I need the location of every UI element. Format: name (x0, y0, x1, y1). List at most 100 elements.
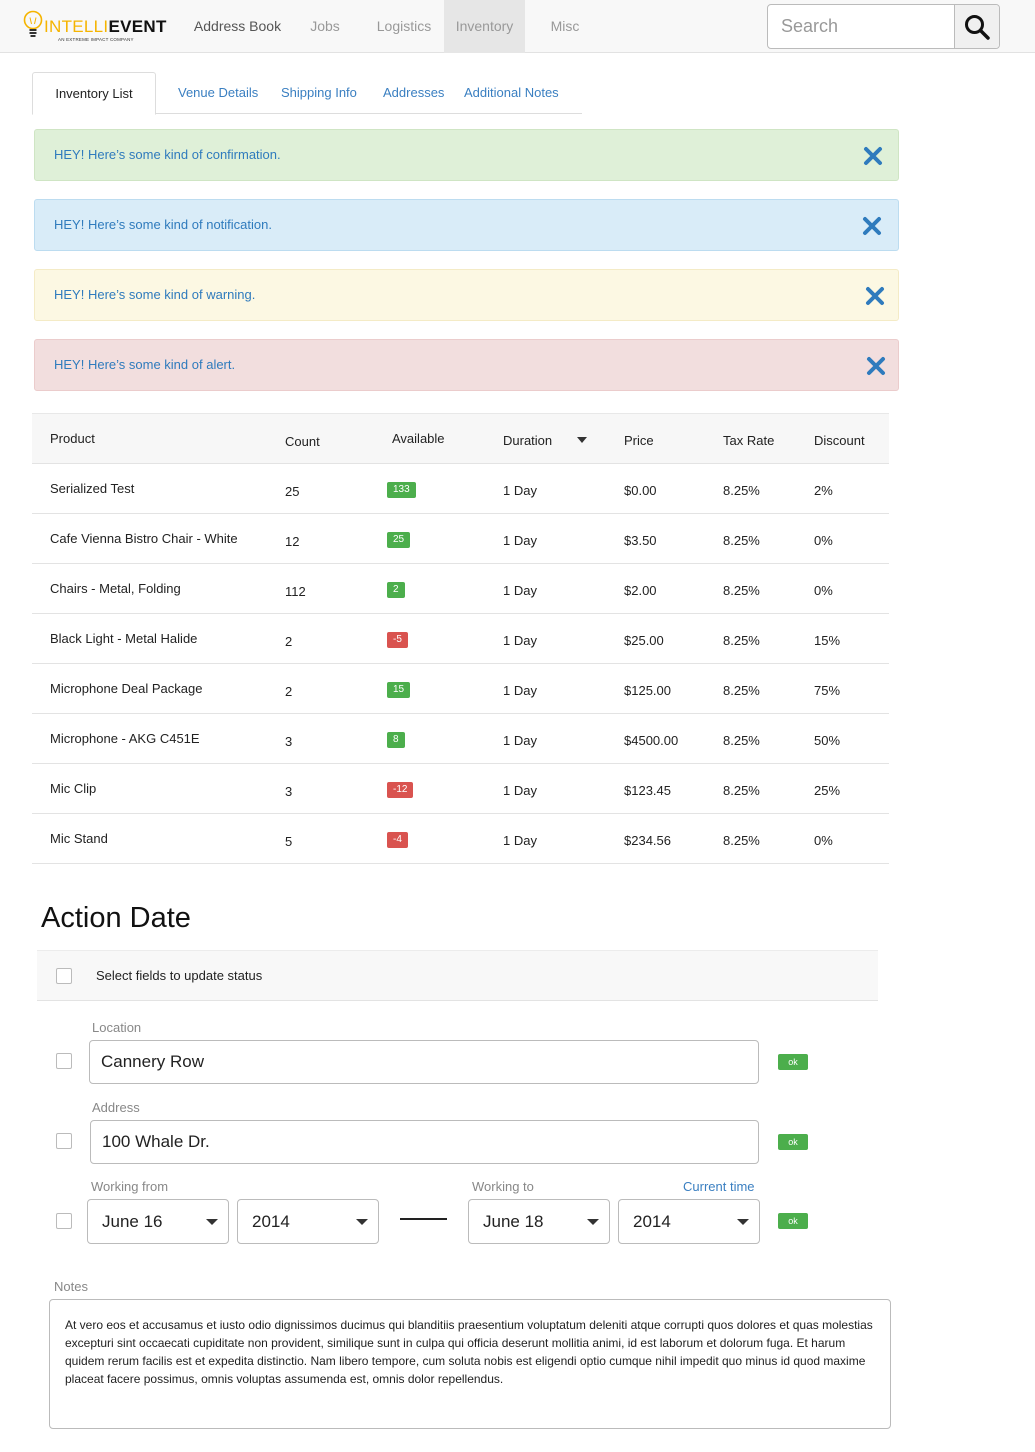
cell-price: $234.56 (624, 833, 671, 848)
close-icon[interactable] (862, 216, 882, 236)
availability-badge: 2 (387, 582, 405, 598)
cell-product: Serialized Test (50, 481, 135, 496)
table-row[interactable]: Chairs - Metal, Folding 112 1 Day $2.00 8.25… (32, 564, 889, 614)
address-checkbox[interactable] (56, 1133, 72, 1149)
table-row[interactable]: Microphone Deal Package 2 1 Day $125.00 8.25… (32, 664, 889, 714)
cell-product: Microphone Deal Package (50, 681, 203, 696)
date-range-separator (400, 1218, 447, 1220)
tab-venue-details[interactable]: Venue Details (178, 72, 258, 114)
search-button[interactable] (954, 5, 999, 48)
chevron-down-icon (737, 1219, 749, 1225)
address-label: Address (92, 1100, 140, 1115)
availability-badge: 15 (387, 682, 411, 698)
cell-count: 25 (285, 484, 300, 499)
search-input[interactable] (768, 5, 954, 48)
nav-jobs[interactable]: Jobs (292, 0, 358, 53)
logo-tagline: AN EXTREME IMPACT COMPANY (58, 37, 134, 42)
cell-discount: 0% (814, 583, 833, 598)
select-all-label: Select fields to update status (96, 968, 263, 983)
sort-down-icon[interactable] (577, 437, 587, 443)
nav-address-book[interactable]: Address Book (187, 0, 288, 53)
cell-duration: 1 Day (503, 783, 537, 798)
working-to-label: Working to (472, 1179, 534, 1194)
logo-part-event: EVENT (108, 17, 167, 36)
confirmation-alert: HEY! Here’s some kind of confirmation. (34, 129, 899, 181)
location-checkbox[interactable] (56, 1053, 72, 1069)
select-all-checkbox[interactable] (56, 968, 72, 984)
to-month-value: June 18 (483, 1212, 544, 1231)
table-row[interactable]: Black Light - Metal Halide 2 1 Day $25.00 8.… (32, 614, 889, 664)
nav-logistics[interactable]: Logistics (364, 0, 444, 53)
from-year-value: 2014 (252, 1212, 290, 1231)
current-time-link[interactable]: Current time (683, 1179, 755, 1194)
notes-label: Notes (54, 1279, 88, 1294)
header-tax-rate[interactable]: Tax Rate (723, 433, 774, 448)
nav-misc[interactable]: Misc (532, 0, 598, 53)
notes-textarea[interactable]: At vero eos et accusamus et iusto odio d… (49, 1299, 891, 1429)
header-product[interactable]: Product (50, 431, 95, 446)
from-month-value: June 16 (102, 1212, 163, 1231)
table-row[interactable]: Mic Clip 3 1 Day $123.45 8.25% 25% -12 (32, 764, 889, 814)
alert-message: HEY! Here’s some kind of confirmation. (54, 147, 281, 162)
header-discount[interactable]: Discount (814, 433, 865, 448)
cell-duration: 1 Day (503, 683, 537, 698)
tab-addresses[interactable]: Addresses (383, 72, 444, 114)
cell-count: 5 (285, 834, 293, 849)
tab-additional-notes[interactable]: Additional Notes (464, 72, 559, 114)
cell-count: 112 (285, 584, 306, 599)
header-duration[interactable]: Duration (503, 433, 552, 448)
table-row[interactable]: Serialized Test 25 1 Day $0.00 8.25% 2% 133 (32, 464, 889, 514)
alert-message: HEY! Here’s some kind of alert. (54, 357, 236, 372)
header-count[interactable]: Count (285, 434, 320, 449)
cell-price: $3.50 (624, 533, 657, 548)
location-ok-badge[interactable]: ok (778, 1054, 808, 1070)
table-row[interactable]: Microphone - AKG C451E 3 1 Day $4500.00 8.25… (32, 714, 889, 764)
cell-count: 3 (285, 784, 293, 799)
tab-shipping-info[interactable]: Shipping Info (281, 72, 357, 114)
close-icon[interactable] (863, 146, 883, 166)
dates-ok-badge[interactable]: ok (778, 1213, 808, 1229)
cell-discount: 15% (814, 633, 841, 648)
table-header: Product Count Available Duration Price T… (32, 413, 889, 464)
intellievent-logo[interactable]: INTELLIEVENT AN EXTREME IMPACT COMPANY (22, 6, 166, 46)
cell-duration: 1 Day (503, 583, 537, 598)
cell-discount: 75% (814, 683, 841, 698)
to-month-select[interactable]: June 18 (468, 1199, 610, 1244)
address-ok-badge[interactable]: ok (778, 1134, 808, 1150)
header-price[interactable]: Price (624, 433, 654, 448)
lightbulb-icon (23, 10, 43, 37)
to-year-select[interactable]: 2014 (618, 1199, 760, 1244)
cell-tax-rate: 8.25% (723, 483, 760, 498)
cell-tax-rate: 8.25% (723, 783, 760, 798)
working-dates-checkbox[interactable] (56, 1213, 72, 1229)
cell-duration: 1 Day (503, 633, 537, 648)
cell-count: 2 (285, 684, 293, 699)
logo-part-intelli: INTELLI (44, 17, 109, 36)
nav-inventory[interactable]: Inventory (444, 0, 525, 53)
cell-product: Black Light - Metal Halide (50, 631, 198, 646)
alert-message: HEY! Here’s some kind of warning. (54, 287, 256, 302)
availability-badge: -4 (387, 832, 408, 848)
from-month-select[interactable]: June 16 (87, 1199, 229, 1244)
availability-badge: 133 (387, 482, 416, 498)
table-row[interactable]: Cafe Vienna Bistro Chair - White 12 1 Day $… (32, 514, 889, 564)
table-row[interactable]: Mic Stand 5 1 Day $234.56 8.25% 0% -4 (32, 814, 889, 864)
close-icon[interactable] (866, 356, 886, 376)
cell-tax-rate: 8.25% (723, 583, 760, 598)
cell-price: $25.00 (624, 633, 664, 648)
tab-inventory-list[interactable]: Inventory List (32, 72, 156, 115)
location-field[interactable] (89, 1040, 759, 1084)
working-from-label: Working from (91, 1179, 169, 1194)
cell-discount: 2% (814, 483, 833, 498)
cell-tax-rate: 8.25% (723, 733, 760, 748)
address-field[interactable] (90, 1120, 759, 1164)
from-year-select[interactable]: 2014 (237, 1199, 379, 1244)
header-available[interactable]: Available (392, 431, 445, 446)
cell-discount: 50% (814, 733, 841, 748)
close-icon[interactable] (865, 286, 885, 306)
cell-duration: 1 Day (503, 733, 537, 748)
logo-wordmark: INTELLIEVENT (44, 17, 167, 37)
location-label: Location (92, 1020, 142, 1035)
cell-price: $0.00 (624, 483, 657, 498)
to-year-value: 2014 (633, 1212, 671, 1231)
